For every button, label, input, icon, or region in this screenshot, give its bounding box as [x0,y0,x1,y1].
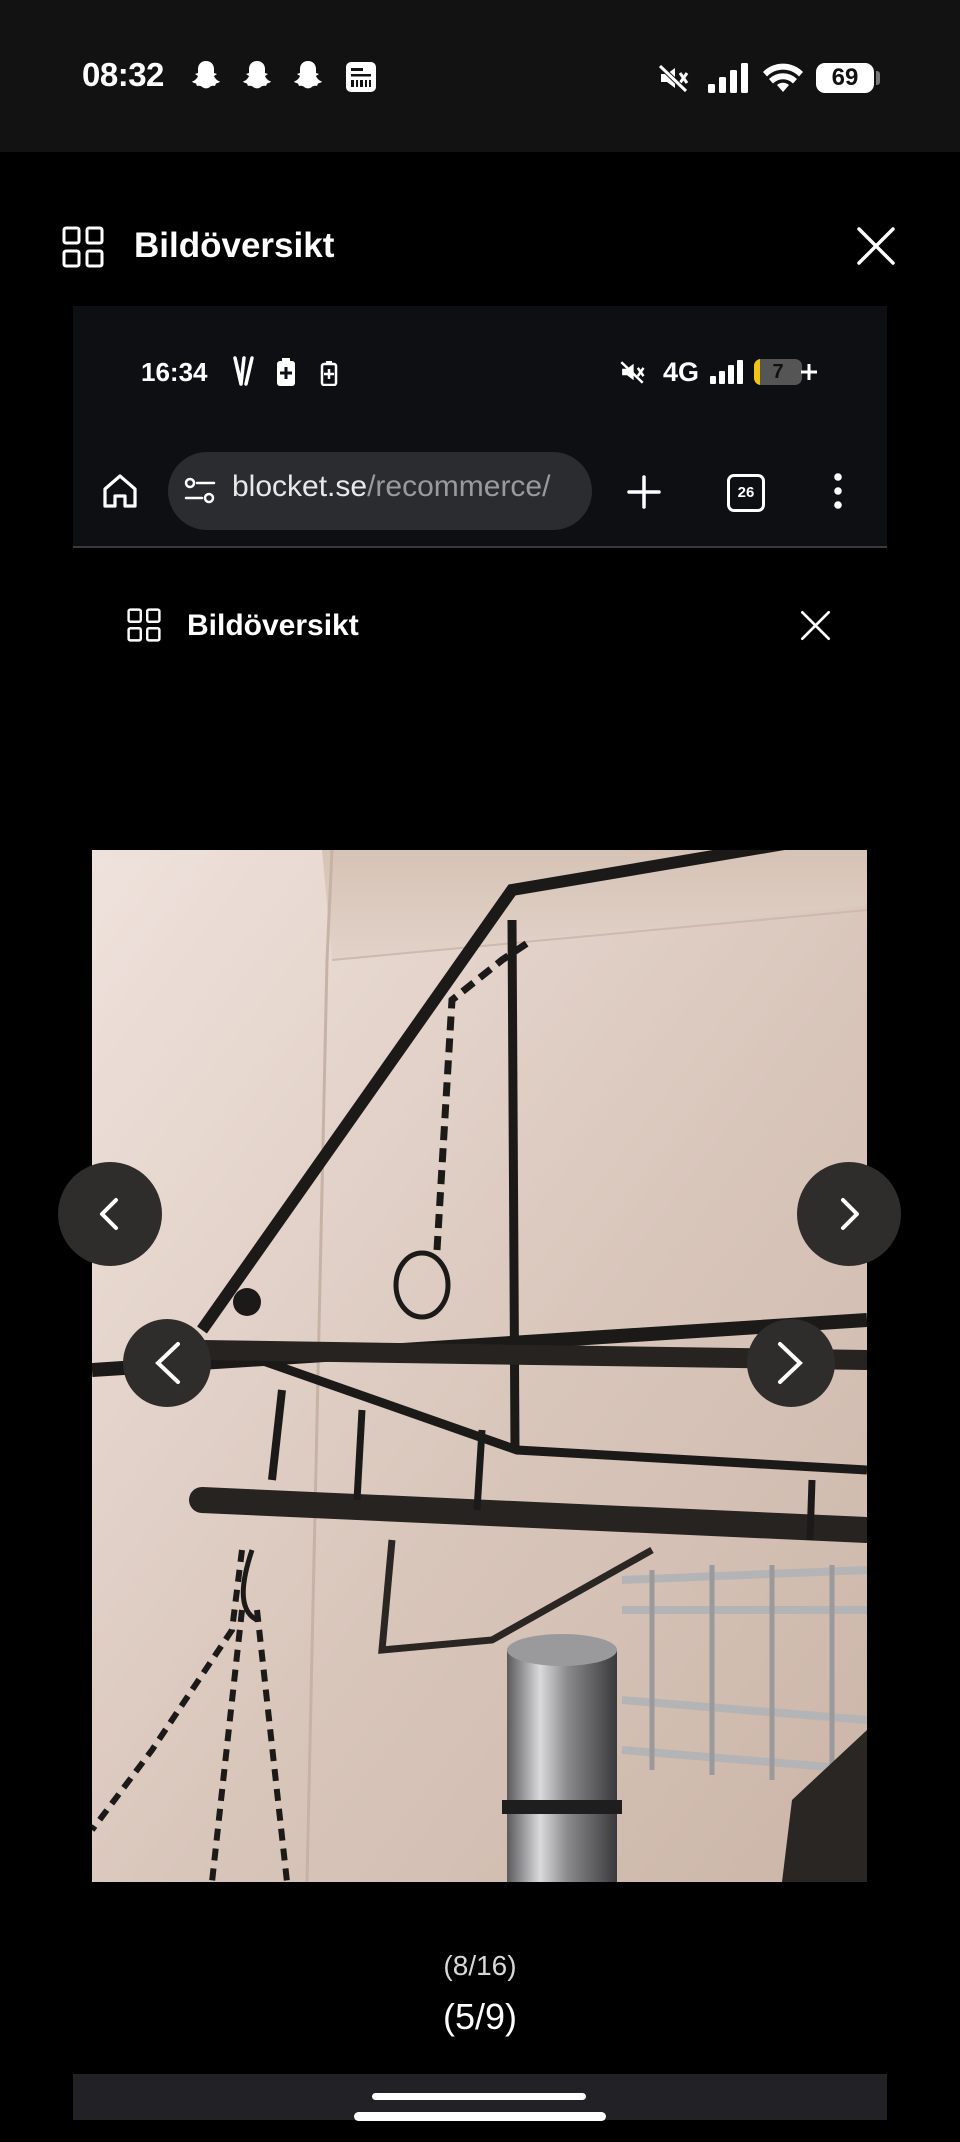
image-counter: (5/9) [442,1996,518,2037]
inner-status-time: 16:34 [141,357,208,387]
inner-signal-icon [710,360,743,384]
battery-charge-icon [320,361,338,386]
charging-plus-icon [801,364,817,380]
inner-mute-icon [620,361,645,384]
pot-rack-photo [92,850,867,1882]
v-logo-icon [233,356,254,386]
browser-divider [73,546,887,548]
previous-image-button[interactable] [58,1162,162,1266]
url-path: /recommerce/ [367,470,551,503]
signal-icon [708,63,748,93]
inner-viewer-title: Bildöversikt [187,609,359,642]
mute-icon [657,63,689,94]
inner-close-icon [800,610,831,641]
grid-icon[interactable] [62,226,104,268]
battery-level: 69 [816,63,874,93]
url-text[interactable]: blocket.se/recommerce/ [232,470,578,504]
tab-switcher-button[interactable]: 26 [727,474,765,512]
more-menu-icon[interactable] [826,472,850,510]
snapchat-icon [243,61,271,89]
home-indicator[interactable] [354,2112,606,2121]
wifi-icon [763,63,803,92]
status-time: 08:32 [82,56,164,93]
inner-grid-icon [127,608,161,642]
inner-battery-icon: 7 [754,359,802,385]
site-settings-icon[interactable] [183,475,217,507]
inner-home-indicator [372,2093,586,2100]
chevron-left-icon [100,1198,118,1230]
news-icon [346,62,376,92]
snapchat-icon [192,61,220,89]
next-image-button[interactable] [797,1162,901,1266]
chevron-right-icon [841,1198,859,1230]
close-icon[interactable] [856,226,896,266]
inner-battery-level: 7 [772,361,784,383]
inner-image-counter: (8/16) [443,1950,517,1981]
battery-icon [876,71,880,85]
snapchat-icon [294,61,322,89]
inner-network-label: 4G [663,357,700,387]
listing-photo [92,850,867,1882]
battery-saver-icon [277,358,295,386]
new-tab-icon[interactable] [626,474,662,510]
home-icon[interactable] [101,472,139,510]
viewer-title: Bildöversikt [134,226,335,265]
url-domain: blocket.se [232,470,368,503]
